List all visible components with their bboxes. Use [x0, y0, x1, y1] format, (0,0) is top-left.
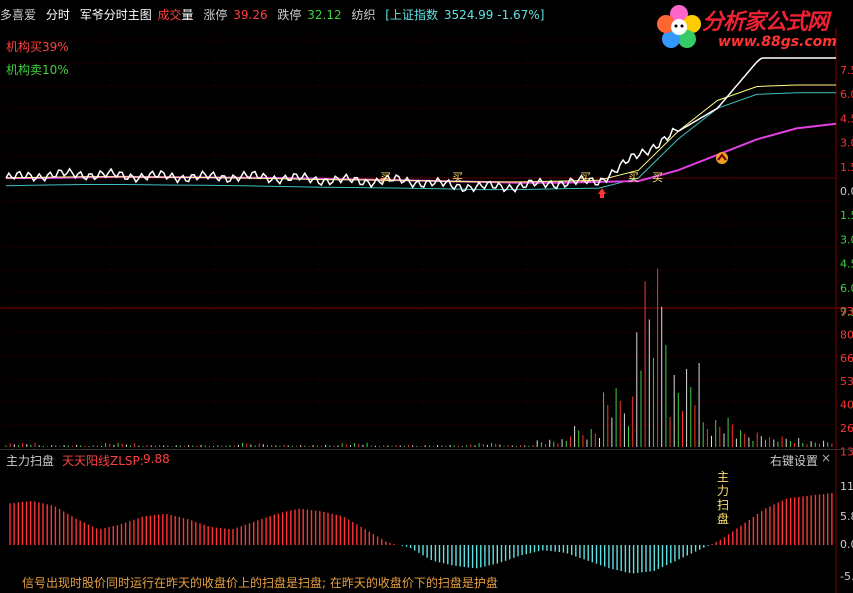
tab-intraday[interactable]: 分时 — [46, 8, 70, 22]
industry-label: 纺织 — [351, 8, 376, 22]
volume-axis-tick: 53 — [840, 375, 853, 388]
indicator-title[interactable]: 主力扫盘 — [6, 452, 54, 469]
buy-marker: 买 — [452, 171, 463, 184]
header-bar: 多喜爱 分时 军爷分时主图 成交量 涨停 39.26 跌停 32.12 纺织 [… — [0, 6, 550, 24]
buy-marker: 买 — [628, 171, 639, 184]
price-axis-tick: 7.5 — [840, 64, 853, 77]
indicator-param-value: 9.88 — [143, 452, 170, 466]
tab-main-chart[interactable]: 军爷分时主图 — [80, 8, 152, 22]
tag-char: 力 — [716, 484, 729, 498]
price-axis-tick: 1.5 — [840, 209, 853, 222]
price-axis-tick: 4.5 — [840, 258, 853, 271]
site-logo: 分析家公式网 www.88gs.com — [650, 0, 853, 56]
legend-institution-buy: 机构买39% — [6, 40, 69, 54]
tag-char: 主 — [716, 470, 729, 484]
indicator-param-label: 天天阳线ZLSP: — [62, 454, 144, 468]
tab-volume-a[interactable]: 成交 — [158, 8, 182, 22]
limit-up-value: 39.26 — [233, 8, 268, 22]
limit-up-label: 涨停 — [203, 8, 228, 22]
indicator-axis-tick: -5. — [840, 570, 853, 583]
price-line — [5, 57, 836, 194]
buy-marker: 买 — [380, 171, 391, 184]
volume-axis-tick: 66 — [840, 352, 853, 365]
price-axis-tick: 0.0 — [840, 185, 853, 198]
main-scan-tag: 主 力 扫 盘 — [716, 470, 730, 526]
index-name[interactable]: [上证指数 — [385, 8, 438, 22]
indicator-axis-tick: 0.0 — [840, 538, 853, 551]
volume-axis-tick: 93 — [840, 305, 853, 318]
price-axis-tick: 3.0 — [840, 233, 853, 246]
close-icon[interactable]: × — [821, 451, 831, 465]
indicator-axis-tick: 11 — [840, 480, 853, 493]
index-value: 3524.99 -1.67%] — [443, 8, 545, 22]
limit-down-value: 32.12 — [307, 8, 342, 22]
price-axis-tick: 1.5 — [840, 161, 853, 174]
avg-line — [5, 84, 836, 183]
indicator-title-bar: 主力扫盘 天天阳线ZLSP: 9.88 右键设置 — [0, 449, 853, 468]
indicator-note: 信号出现时股价同时运行在昨天的收盘价上的扫盘是扫盘; 在昨天的收盘价下的扫盘是护… — [22, 576, 498, 590]
volume-axis-tick: 40 — [840, 399, 853, 412]
limit-down-label: 跌停 — [277, 8, 302, 22]
volume-axis-tick: 26 — [840, 422, 853, 435]
logo-brand-text: 分析家公式网 — [702, 10, 829, 35]
price-axis-tick: 3.0 — [840, 137, 853, 150]
tag-char: 盘 — [716, 512, 729, 526]
tab-volume-b[interactable]: 量 — [182, 8, 194, 22]
legend-institution-sell: 机构卖10% — [6, 63, 69, 77]
logo-url-text: www.88gs.com — [718, 34, 837, 50]
flower-logo-icon — [657, 5, 701, 48]
price-axis-tick: 6.0 — [840, 88, 853, 101]
indicator-axis-tick: 5.8 — [840, 510, 853, 523]
up-arrow-icon — [598, 188, 606, 198]
price-axis-tick: 6.0 — [840, 282, 853, 295]
right-click-settings[interactable]: 右键设置 — [770, 452, 818, 469]
price-axis-tick: 4.5 — [840, 112, 853, 125]
volume-axis-tick: 80 — [840, 328, 853, 341]
tag-char: 扫 — [716, 498, 729, 512]
buy-marker: 买 — [580, 171, 591, 184]
buy-marker: 买 — [652, 171, 663, 184]
app-name[interactable]: 多喜爱 — [0, 8, 36, 22]
